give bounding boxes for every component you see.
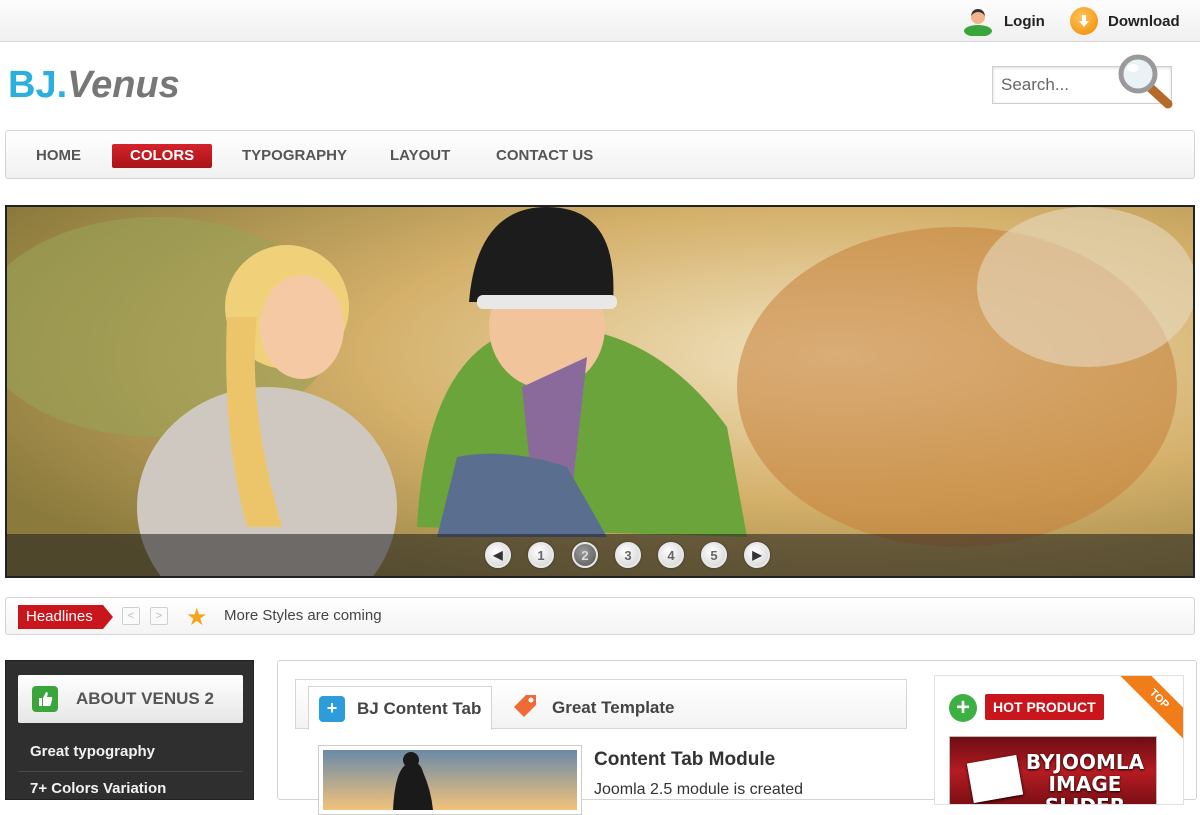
hot-product-box: TOP + HOT PRODUCT BYJOOMLA IMAGE SLIDER <box>934 675 1184 805</box>
headlines-prev-button[interactable]: < <box>122 607 140 625</box>
star-icon: ★ <box>186 604 208 631</box>
headlines-label: Headlines <box>18 605 113 629</box>
plus-circle-icon: + <box>949 694 977 722</box>
main-nav: HOME COLORS TYPOGRAPHY LAYOUT CONTACT US <box>5 130 1195 179</box>
logo-part-bj: BJ. <box>8 64 68 106</box>
plus-square-icon: + <box>319 695 345 722</box>
tag-icon <box>510 691 540 726</box>
thumbs-up-icon <box>32 686 58 712</box>
nav-item-typography[interactable]: TYPOGRAPHY <box>242 144 347 168</box>
download-label: Download <box>1108 12 1180 30</box>
slider-next-button[interactable]: ▶ <box>744 542 770 568</box>
hot-product-image[interactable]: BYJOOMLA IMAGE SLIDER <box>949 736 1157 804</box>
nav-item-layout[interactable]: LAYOUT <box>390 144 450 168</box>
download-link[interactable]: Download <box>1070 6 1180 36</box>
login-label: Login <box>1004 12 1045 30</box>
content-panel: + BJ Content Tab Great Template Content … <box>277 660 1197 815</box>
site-logo[interactable]: BJ.Venus <box>8 64 180 107</box>
image-slider: ◀ 1 2 3 4 5 ▶ <box>5 205 1195 578</box>
chevron-right-icon: > <box>155 610 163 622</box>
top-bar: Login Download <box>0 0 1200 42</box>
headline-text[interactable]: More Styles are coming <box>224 607 382 624</box>
slider-dot-1[interactable]: 1 <box>528 542 554 568</box>
slider-prev-button[interactable]: ◀ <box>485 542 511 568</box>
content-tabs: + BJ Content Tab Great Template <box>295 679 907 730</box>
user-icon <box>962 6 994 37</box>
headlines-bar: Headlines < > ★ More Styles are coming <box>5 597 1195 635</box>
tab-great-template-label: Great Template <box>552 698 675 717</box>
slider-dot-3[interactable]: 3 <box>615 542 641 568</box>
logo-part-venus: Venus <box>67 64 180 106</box>
download-icon <box>1070 7 1098 35</box>
sidebar-divider <box>18 771 243 772</box>
login-link[interactable]: Login <box>962 6 1045 37</box>
headlines-next-button[interactable]: > <box>150 607 168 625</box>
sidebar-title: ABOUT VENUS 2 <box>76 689 214 708</box>
sidebar-item-colors-variation[interactable]: 7+ Colors Variation <box>30 780 166 797</box>
magnifier-icon[interactable] <box>1116 52 1196 118</box>
tab-great-template[interactable]: Great Template <box>510 686 675 730</box>
top-ribbon: TOP <box>1115 676 1183 743</box>
search-box <box>992 54 1194 109</box>
tab-bj-content-label: BJ Content Tab <box>357 698 482 718</box>
article-text: Joomla 2.5 module is created <box>594 781 803 798</box>
sidebar: ABOUT VENUS 2 Great typography 7+ Colors… <box>5 660 254 800</box>
article-thumbnail[interactable] <box>318 745 582 815</box>
slide-image <box>7 207 1193 576</box>
slider-dot-5[interactable]: 5 <box>701 542 727 568</box>
article-title[interactable]: Content Tab Module <box>594 749 775 771</box>
tab-bj-content[interactable]: + BJ Content Tab <box>308 686 493 730</box>
hot-product-label: HOT PRODUCT <box>985 694 1104 720</box>
slider-dot-2[interactable]: 2 <box>572 542 598 568</box>
nav-item-colors[interactable]: COLORS <box>112 144 213 168</box>
nav-item-home[interactable]: HOME <box>36 144 81 168</box>
photo-frame-icon <box>966 754 1024 804</box>
nav-item-contact-us[interactable]: CONTACT US <box>496 144 593 168</box>
slider-dot-4[interactable]: 4 <box>658 542 684 568</box>
sidebar-item-great-typography[interactable]: Great typography <box>30 743 155 760</box>
sidebar-title-box: ABOUT VENUS 2 <box>18 675 243 723</box>
chevron-left-icon: < <box>127 610 135 622</box>
hot-product-image-text: BYJOOMLA IMAGE SLIDER <box>1025 750 1145 804</box>
slider-pager: ◀ 1 2 3 4 5 ▶ <box>7 534 1193 576</box>
